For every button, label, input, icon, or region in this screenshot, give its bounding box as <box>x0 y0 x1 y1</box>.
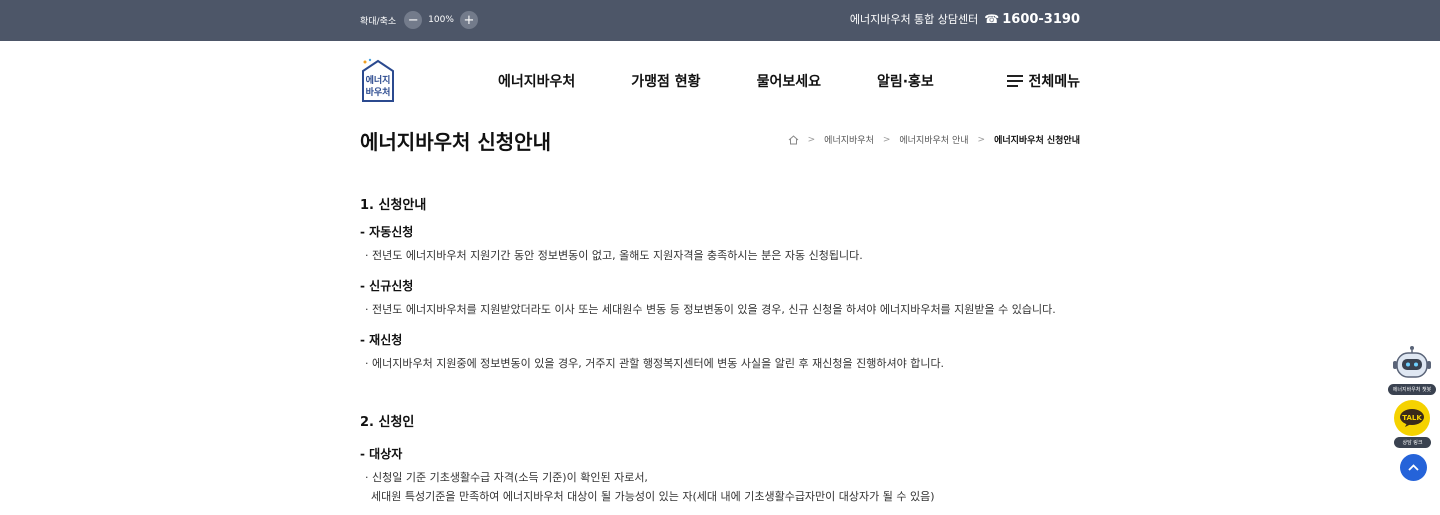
chat-bubble-icon: TALK <box>1400 409 1424 427</box>
callcenter-label: 에너지바우처 통합 상담센터 <box>849 13 979 26</box>
hamburger-icon <box>1007 75 1024 87</box>
nav-faq[interactable]: 물어보세요 <box>757 71 821 91</box>
chevron-right-icon: > <box>977 134 986 145</box>
section-heading: 2. 신청인 <box>360 415 415 430</box>
zoom-control: 확대/축소 − 100% + <box>360 11 478 29</box>
chevron-right-icon: > <box>882 134 891 145</box>
subsection-heading: - 재신청 <box>360 333 403 347</box>
subsection-heading: - 신규신청 <box>360 279 414 293</box>
all-menu-label: 전체메뉴 <box>1028 74 1080 90</box>
talk-label: 상담 링크 <box>1394 437 1431 448</box>
zoom-in-button[interactable]: + <box>459 11 478 29</box>
logo-text-bottom: 바우처 <box>366 86 391 98</box>
paragraph: · 에너지바우처 지원중에 정보변동이 있을 경우, 거주지 관할 행정복지센터… <box>365 357 945 370</box>
paragraph: · 신청일 기준 기초생활수급 자격(소득 기준)이 확인된 자로서, <box>365 471 648 484</box>
chatbot-label: 에너지바우처 챗봇 <box>1388 384 1436 395</box>
house-logo-icon: 에너지 바우처 <box>362 58 394 102</box>
chevron-right-icon: > <box>807 134 816 145</box>
paragraph: 세대원 특성기준을 만족하여 에너지바우처 대상이 될 가능성이 있는 자(세대… <box>371 490 935 503</box>
chatbot-button[interactable]: 에너지바우처 챗봇 <box>1388 344 1436 395</box>
subsection-heading: - 대상자 <box>360 447 403 461</box>
zoom-label: 확대/축소 <box>360 16 397 27</box>
section-heading: 1. 신청안내 <box>360 198 427 213</box>
site-header: 에너지 바우처 에너지바우처 가맹점 현황 물어보세요 알림·홍보 전체메뉴 <box>0 41 1440 120</box>
phone-icon: ☎ <box>984 12 1000 26</box>
breadcrumb-current: 에너지바우처 신청안내 <box>994 136 1080 146</box>
chevron-up-icon <box>1408 464 1419 471</box>
content-body: 1. 신청안내 - 자동신청 · 전년도 에너지바우처 지원기간 동안 정보변동… <box>360 194 1080 505</box>
talk-icon-text: TALK <box>1402 414 1422 422</box>
nav-notice[interactable]: 알림·홍보 <box>877 71 934 91</box>
breadcrumb-item[interactable]: 에너지바우처 <box>824 133 874 146</box>
breadcrumb-item[interactable]: 에너지바우처 안내 <box>899 133 968 146</box>
main-nav: 에너지바우처 가맹점 현황 물어보세요 알림·홍보 <box>498 71 990 91</box>
breadcrumb: > 에너지바우처 > 에너지바우처 안내 > 에너지바우처 신청안내 <box>788 133 1080 146</box>
nav-energy-voucher[interactable]: 에너지바우처 <box>498 71 575 91</box>
talk-bubble-icon: TALK <box>1394 400 1430 436</box>
page-title-row: 에너지바우처 신청안내 > 에너지바우처 > 에너지바우처 안내 > 에너지바우… <box>0 120 1440 160</box>
scroll-to-top-button[interactable] <box>1400 454 1427 481</box>
page-title: 에너지바우처 신청안내 <box>360 130 551 154</box>
logo-text-top: 에너지 <box>366 74 391 86</box>
paragraph: · 전년도 에너지바우처 지원기간 동안 정보변동이 없고, 올해도 지원자격을… <box>365 249 863 262</box>
kakao-talk-button[interactable]: TALK 상담 링크 <box>1394 400 1431 448</box>
subsection-heading: - 자동신청 <box>360 225 414 239</box>
robot-icon <box>1393 346 1431 378</box>
home-icon[interactable] <box>788 134 799 145</box>
callcenter-number[interactable]: 1600-3190 <box>1002 12 1080 27</box>
all-menu-button[interactable]: 전체메뉴 <box>1007 71 1080 91</box>
callcenter: 에너지바우처 통합 상담센터 ☎ 1600-3190 <box>850 11 1080 27</box>
utility-bar: 확대/축소 − 100% + 에너지바우처 통합 상담센터 ☎ 1600-319… <box>0 0 1440 41</box>
zoom-value: 100% <box>428 15 454 25</box>
nav-stores[interactable]: 가맹점 현황 <box>631 71 700 91</box>
paragraph: · 전년도 에너지바우처를 지원받았더라도 이사 또는 세대원수 변동 등 정보… <box>365 303 1056 316</box>
site-logo[interactable]: 에너지 바우처 <box>360 57 396 103</box>
zoom-out-button[interactable]: − <box>404 11 423 29</box>
